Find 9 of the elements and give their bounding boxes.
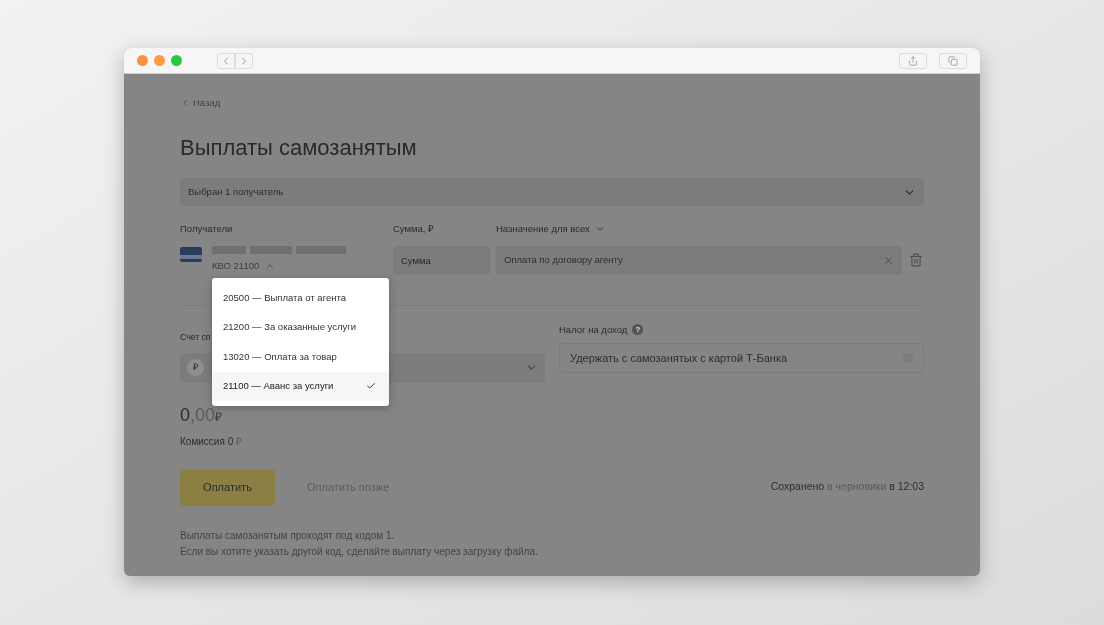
field-label: Налог на доход [559,322,628,337]
commission: Комиссия 0 ₽ [180,434,243,449]
column-label: Получатели [180,222,234,237]
note-text: Если вы хотите указать другой код, сделайте выплату через загрузку файла. [180,545,539,558]
field-label: Счет сп [180,330,211,344]
ruble-icon: ₽ [187,359,204,376]
note-text: Выплаты самозанятым проходят под кодом 1. [180,529,396,542]
page-title: Выплаты самозанятым [180,134,418,163]
column-label: Сумма, ₽ [393,222,436,237]
